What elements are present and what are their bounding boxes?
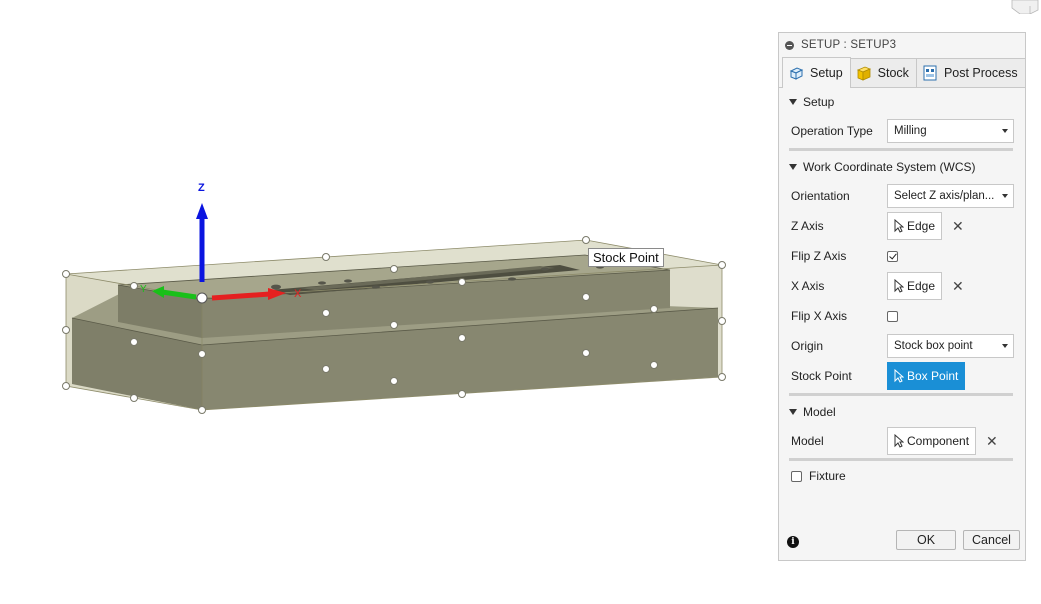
fixture-checkbox[interactable] bbox=[791, 470, 802, 482]
wcs-section-heading: Work Coordinate System (WCS) bbox=[803, 160, 976, 174]
origin-label: Origin bbox=[791, 339, 824, 353]
section-divider bbox=[789, 148, 1013, 151]
z-axis-arrowhead bbox=[196, 203, 208, 219]
y-axis-label: Y bbox=[140, 284, 147, 295]
collapse-triangle-icon bbox=[789, 99, 797, 105]
cursor-arrow-icon bbox=[894, 219, 904, 233]
orientation-value: Select Z axis/plan... bbox=[894, 190, 995, 202]
stock-point-label: Stock Point bbox=[791, 369, 852, 383]
stock-point-tooltip: Stock Point bbox=[588, 248, 664, 267]
cursor-arrow-icon bbox=[894, 434, 904, 448]
cancel-button[interactable]: Cancel bbox=[963, 530, 1020, 550]
post-process-icon bbox=[923, 65, 937, 81]
setup-section-heading: Setup bbox=[803, 95, 835, 109]
operation-type-row: Operation Type Milling bbox=[779, 116, 1025, 146]
x-axis-field-label: X Axis bbox=[791, 279, 825, 293]
collapse-triangle-icon bbox=[789, 164, 797, 170]
model-row: Model Component ✕ bbox=[779, 426, 1025, 456]
tab-stock[interactable]: Stock bbox=[849, 58, 917, 87]
panel-footer: i OK Cancel bbox=[779, 526, 1025, 560]
dropdown-caret-icon bbox=[1002, 194, 1008, 198]
stock-point-selection-button[interactable]: Box Point bbox=[887, 362, 966, 390]
z-axis-field-label: Z Axis bbox=[791, 219, 824, 233]
origin-select[interactable]: Stock box point bbox=[887, 334, 1014, 358]
setup-panel: SETUP : SETUP3 Setup Stock Post Process … bbox=[778, 32, 1026, 561]
clear-model-icon[interactable]: ✕ bbox=[986, 433, 998, 450]
tab-setup[interactable]: Setup bbox=[782, 57, 851, 88]
z-axis-selection-value: Edge bbox=[907, 219, 936, 233]
ok-button[interactable]: OK bbox=[896, 530, 956, 550]
model-section-heading: Model bbox=[803, 405, 836, 419]
x-axis-row: X Axis Edge ✕ bbox=[779, 271, 1025, 301]
flip-x-row: Flip X Axis bbox=[779, 301, 1025, 331]
orientation-row: Orientation Select Z axis/plan... bbox=[779, 181, 1025, 211]
fixture-row[interactable]: Fixture bbox=[779, 463, 1025, 489]
fixture-label: Fixture bbox=[809, 469, 846, 483]
operation-type-select[interactable]: Milling bbox=[887, 119, 1014, 143]
flip-z-checkbox[interactable] bbox=[887, 250, 898, 262]
z-axis-row: Z Axis Edge ✕ bbox=[779, 211, 1025, 241]
origin-value: Stock box point bbox=[894, 340, 973, 352]
x-axis-selection-button[interactable]: Edge bbox=[887, 272, 943, 300]
info-icon[interactable]: i bbox=[787, 536, 799, 548]
origin-point[interactable] bbox=[196, 292, 208, 304]
z-axis-selection-button[interactable]: Edge bbox=[887, 212, 943, 240]
dropdown-caret-icon bbox=[1002, 129, 1008, 133]
stock-point-selection-value: Box Point bbox=[907, 369, 959, 383]
cursor-arrow-icon bbox=[894, 279, 904, 293]
section-divider bbox=[789, 458, 1013, 461]
operation-type-value: Milling bbox=[894, 125, 927, 137]
origin-row: Origin Stock box point bbox=[779, 331, 1025, 361]
setup-icon bbox=[789, 67, 804, 80]
section-divider bbox=[789, 393, 1013, 396]
model-label: Model bbox=[791, 434, 824, 448]
model-canvas[interactable]: Z X Y bbox=[0, 0, 760, 601]
x-axis-selection-value: Edge bbox=[907, 279, 936, 293]
clear-x-axis-icon[interactable]: ✕ bbox=[952, 278, 964, 295]
model-selection-button[interactable]: Component bbox=[887, 427, 977, 455]
tab-stock-label: Stock bbox=[877, 66, 909, 80]
orientation-select[interactable]: Select Z axis/plan... bbox=[887, 184, 1014, 208]
stock-point-row: Stock Point Box Point bbox=[779, 361, 1025, 391]
view-cube-icon[interactable] bbox=[1008, 0, 1041, 14]
flip-x-label: Flip X Axis bbox=[791, 309, 848, 323]
setup-section-header[interactable]: Setup bbox=[779, 88, 1025, 116]
operation-type-label: Operation Type bbox=[791, 124, 873, 138]
z-axis-label: Z bbox=[198, 182, 205, 194]
dropdown-caret-icon bbox=[1002, 344, 1008, 348]
tab-post-process[interactable]: Post Process bbox=[915, 58, 1026, 87]
wcs-section-header[interactable]: Work Coordinate System (WCS) bbox=[779, 153, 1025, 181]
flip-z-row: Flip Z Axis bbox=[779, 241, 1025, 271]
collapse-icon[interactable] bbox=[785, 40, 794, 50]
panel-title-bar: SETUP : SETUP3 bbox=[779, 33, 1025, 57]
collapse-triangle-icon bbox=[789, 409, 797, 415]
cursor-arrow-icon bbox=[894, 369, 904, 383]
stock-cube-icon bbox=[856, 66, 871, 81]
tab-setup-label: Setup bbox=[810, 66, 843, 80]
orientation-label: Orientation bbox=[791, 189, 850, 203]
flip-z-label: Flip Z Axis bbox=[791, 249, 847, 263]
panel-title: SETUP : SETUP3 bbox=[801, 39, 897, 51]
x-axis-label: X bbox=[294, 288, 302, 300]
panel-tabs: Setup Stock Post Process bbox=[779, 57, 1026, 88]
flip-x-checkbox[interactable] bbox=[887, 310, 898, 322]
clear-z-axis-icon[interactable]: ✕ bbox=[952, 218, 964, 235]
model-section-header[interactable]: Model bbox=[779, 398, 1025, 426]
tab-post-process-label: Post Process bbox=[943, 66, 1018, 80]
model-selection-value: Component bbox=[907, 434, 970, 448]
